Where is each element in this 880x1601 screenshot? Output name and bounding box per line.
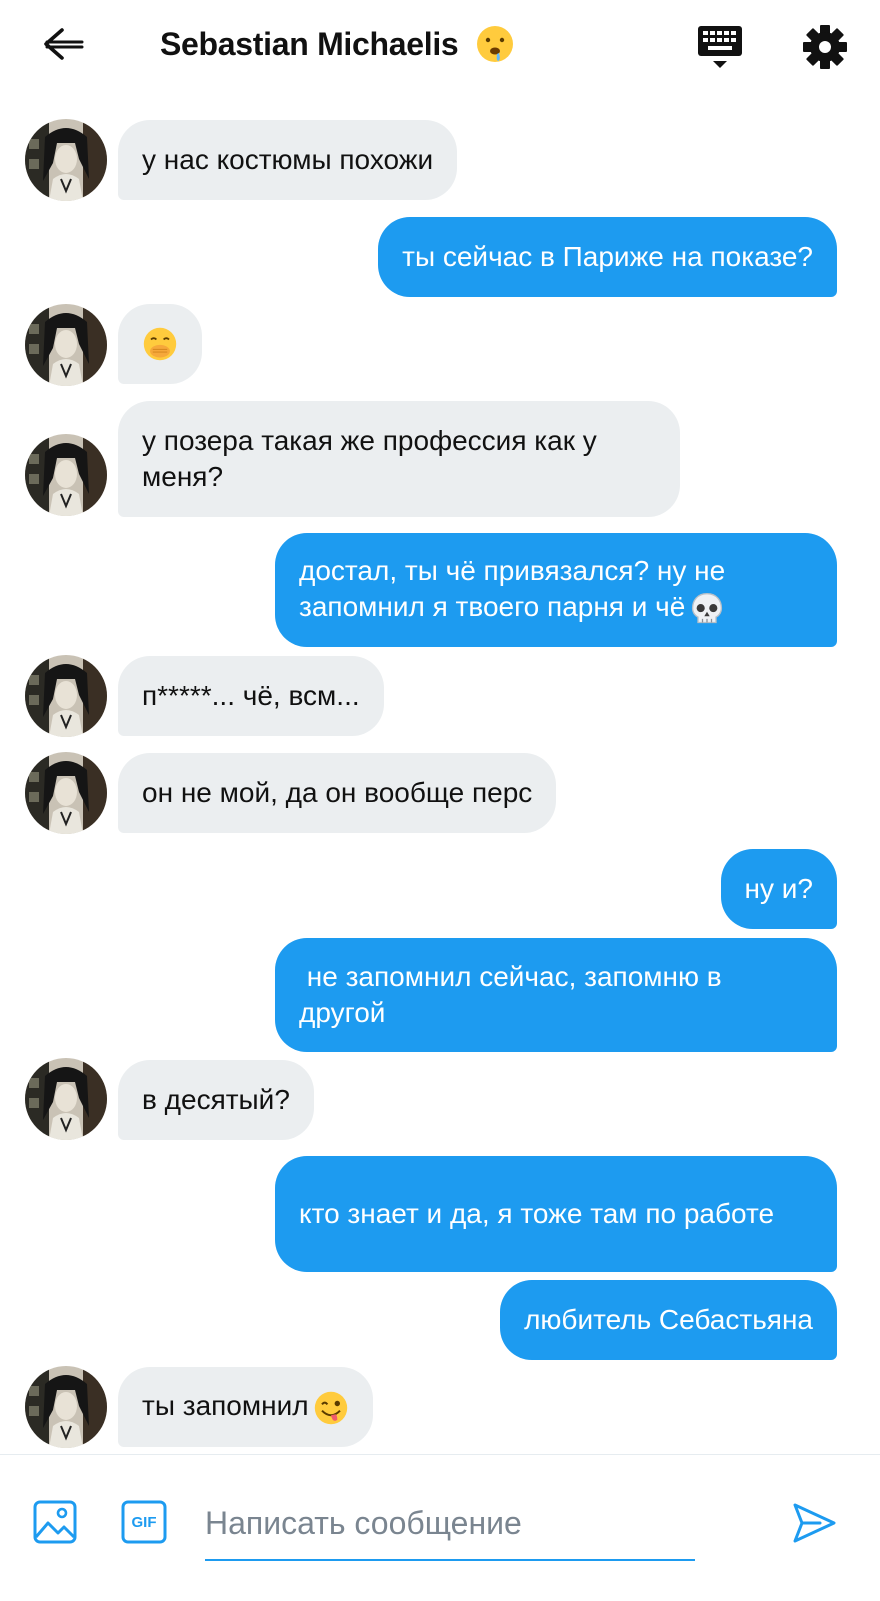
chat-title: Sebastian Michaelis [160,22,515,67]
gif-button[interactable]: GIF [120,1499,168,1545]
outgoing-message[interactable]: достал, ты чё привязался? ну не запомнил… [275,533,837,647]
gear-icon [803,25,847,69]
arrow-left-icon [44,28,84,60]
message-text: п*****... чё, всм... [142,680,360,711]
outgoing-message[interactable]: ну и? [720,849,837,929]
contact-avatar[interactable] [25,434,107,516]
contact-avatar[interactable] [25,304,107,386]
avatar-image [25,655,107,737]
incoming-message[interactable]: он не мой, да он вообще перс [118,753,557,833]
message-input[interactable] [205,1491,695,1555]
contact-name: Sebastian Michaelis [160,26,459,62]
skull-icon [689,591,725,627]
winking-face-with-tongue-icon [313,1390,349,1426]
message-text-content: ты запомнил [142,1390,309,1422]
contact-avatar[interactable] [25,655,107,737]
send-button[interactable] [790,1499,838,1547]
message-text: не запомнил сейчас, запомню в другой [299,961,730,1028]
contact-avatar[interactable] [25,1366,107,1448]
avatar-image [25,119,107,201]
message-composer: GIF [0,1454,880,1601]
image-icon [33,1500,77,1544]
drooling-face-icon [475,24,515,64]
top-bar: Sebastian Michaelis [0,0,880,92]
message-text: у позера такая же профессия как у меня? [142,425,597,492]
gif-label: GIF [131,1513,157,1531]
avatar-image [25,1058,107,1140]
avatar-image [25,1366,107,1448]
message-text: он не мой, да он вообще перс [142,777,533,808]
message-text: у нас костюмы похожи [142,144,434,175]
message-text: в десятый? [142,1084,290,1115]
message-list[interactable]: у нас костюмы похожи ты сейчас в Париже … [0,92,880,1454]
attach-image-button[interactable] [32,1499,78,1545]
message-text: ну и? [744,873,813,904]
outgoing-message[interactable]: ты сейчас в Париже на показе? [378,217,837,297]
message-text: кто знает и да, я тоже там по работе [299,1198,775,1229]
outgoing-message[interactable]: кто знает и да, я тоже там по работе [275,1156,837,1272]
incoming-message[interactable]: у нас костюмы похожи [118,120,458,200]
incoming-message[interactable]: в десятый? [118,1060,314,1140]
face-with-hand-over-mouth-icon [142,326,178,362]
incoming-message[interactable]: п*****... чё, всм... [118,656,384,736]
contact-avatar[interactable] [25,1058,107,1140]
message-text: ты запомнил [142,1388,349,1426]
contact-avatar[interactable] [25,752,107,834]
keyboard-icon [698,26,742,68]
back-button[interactable] [38,22,90,70]
settings-button[interactable] [800,22,850,72]
incoming-message[interactable] [118,304,202,384]
avatar-image [25,434,107,516]
avatar-image [25,304,107,386]
send-icon [793,1503,836,1543]
keyboard-button[interactable] [694,22,746,72]
message-text: достал, ты чё привязался? ну не запомнил… [299,553,813,627]
message-text: любитель Себастьяна [524,1304,813,1335]
message-text: ты сейчас в Париже на показе? [402,241,813,272]
contact-avatar[interactable] [25,119,107,201]
input-underline [205,1559,695,1561]
outgoing-message[interactable]: любитель Себастьяна [500,1280,837,1360]
outgoing-message[interactable]: не запомнил сейчас, запомню в другой [275,938,837,1052]
message-text-content: достал, ты чё привязался? ну не запомнил… [299,555,726,623]
incoming-message[interactable]: у позера такая же профессия как у меня? [118,401,680,517]
incoming-message[interactable]: ты запомнил [118,1367,373,1447]
avatar-image [25,752,107,834]
